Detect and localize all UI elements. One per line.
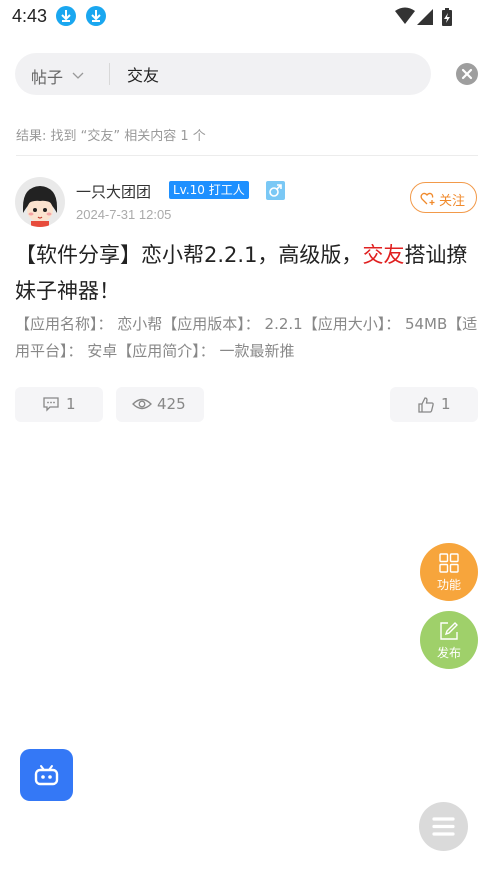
edit-icon [440, 622, 458, 640]
download-icon [56, 6, 76, 26]
system-icons [395, 7, 459, 27]
post-time: 2024-7-31 12:05 [76, 207, 172, 222]
status-bar: 4:43 [0, 0, 493, 34]
post-title-part: 【软件分享】恋小帮2.2.1，高级版， [15, 243, 363, 267]
post-title[interactable]: 【软件分享】恋小帮2.2.1，高级版，交友搭讪撩妹子神器！ [15, 237, 481, 309]
menu-button[interactable] [419, 802, 468, 851]
result-count-text: 结果: 找到 “交友” 相关内容 1 个 [16, 129, 206, 144]
publish-label: 发布 [436, 646, 461, 660]
post-title-highlight: 交友 [362, 243, 405, 267]
battery-charging-icon [442, 8, 452, 26]
level-badge: Lv.10 打工人 [169, 181, 249, 199]
search-scope-dropdown[interactable]: 帖子 [31, 64, 63, 88]
search-divider [109, 63, 110, 85]
search-input[interactable] [113, 59, 413, 89]
views-stat: 425 [116, 387, 204, 422]
publish-button[interactable]: 发布 [420, 611, 478, 669]
clear-search-button[interactable] [456, 63, 478, 85]
search-bar: 帖子 [15, 53, 431, 95]
thumbs-up-icon [418, 397, 434, 413]
view-count: 425 [157, 395, 186, 413]
menu-icon [432, 817, 455, 836]
grid-icon [439, 553, 459, 573]
avatar[interactable] [15, 177, 65, 227]
signal-icon [417, 9, 433, 25]
status-time: 4:43 [12, 6, 48, 26]
robot-assistant-button[interactable] [20, 749, 73, 801]
function-label: 功能 [436, 578, 461, 592]
comment-count: 1 [66, 395, 76, 413]
wifi-icon [395, 7, 415, 24]
post-excerpt[interactable]: 【应用名称】： 恋小帮【应用版本】： 2.2.1【应用大小】： 54MB【适用平… [15, 311, 481, 365]
heart-plus-icon [420, 192, 435, 205]
like-button[interactable]: 1 [390, 387, 478, 422]
comment-button[interactable]: 1 [15, 387, 103, 422]
follow-label: 关注 [439, 194, 466, 209]
author-name[interactable]: 一只大团团 [76, 181, 151, 202]
download-icon [86, 6, 106, 26]
male-icon [266, 181, 285, 200]
robot-icon [34, 765, 59, 786]
follow-button[interactable]: 关注 [410, 182, 477, 213]
chevron-down-icon[interactable] [72, 66, 84, 85]
divider [16, 155, 478, 156]
function-button[interactable]: 功能 [420, 543, 478, 601]
like-count: 1 [441, 395, 451, 413]
eye-icon [132, 398, 152, 410]
comment-icon [43, 397, 59, 412]
